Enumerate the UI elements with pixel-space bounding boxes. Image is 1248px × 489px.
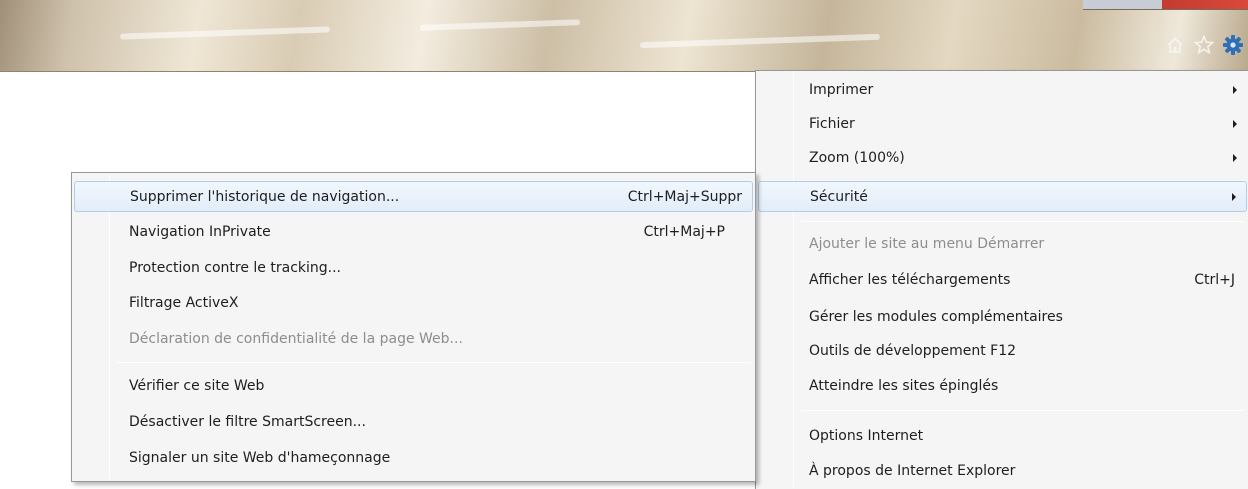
menu-item-internet-options[interactable]: Options Internet bbox=[758, 421, 1247, 450]
menu-item-downloads[interactable]: Afficher les téléchargements Ctrl+J bbox=[758, 265, 1247, 294]
menu-item-add-to-start[interactable]: Ajouter le site au menu Démarrer bbox=[758, 229, 1247, 258]
menu-item-security[interactable]: Sécurité bbox=[758, 181, 1247, 212]
background-streak bbox=[419, 19, 581, 31]
toolbar-icons bbox=[1164, 32, 1248, 58]
window-caption-buttons[interactable] bbox=[1083, 0, 1248, 10]
menu-item-file[interactable]: Fichier bbox=[758, 109, 1247, 138]
menu-item-shortcut: Ctrl+Maj+P bbox=[643, 223, 725, 240]
submenu-arrow-icon bbox=[1233, 85, 1237, 94]
security-submenu: Supprimer l'historique de navigation... … bbox=[71, 172, 756, 482]
menu-item-label: Protection contre le tracking... bbox=[129, 259, 341, 276]
menu-item-inprivate[interactable]: Navigation InPrivate Ctrl+Maj+P bbox=[74, 217, 753, 246]
menu-item-privacy-policy[interactable]: Déclaration de confidentialité de la pag… bbox=[74, 324, 753, 353]
menu-item-label: À propos de Internet Explorer bbox=[809, 462, 1016, 479]
menu-item-label: Outils de développement F12 bbox=[809, 342, 1017, 359]
menu-item-manage-addons[interactable]: Gérer les modules complémentaires bbox=[758, 302, 1247, 331]
menu-separator bbox=[801, 410, 1244, 411]
menu-item-label: Fichier bbox=[809, 115, 855, 132]
menu-item-tracking-protection[interactable]: Protection contre le tracking... bbox=[74, 253, 753, 282]
menu-item-check-site[interactable]: Vérifier ce site Web bbox=[74, 371, 753, 400]
menu-item-label: Ajouter le site au menu Démarrer bbox=[809, 235, 1045, 252]
submenu-arrow-icon bbox=[1233, 119, 1237, 128]
menu-item-pinned-sites[interactable]: Atteindre les sites épinglés bbox=[758, 371, 1247, 400]
browser-toolbar bbox=[0, 0, 1248, 72]
menu-item-activex-filtering[interactable]: Filtrage ActiveX bbox=[74, 288, 753, 317]
menu-item-label: Vérifier ce site Web bbox=[129, 377, 265, 394]
menu-item-label: Imprimer bbox=[809, 81, 874, 98]
menu-item-shortcut: Ctrl+J bbox=[1194, 271, 1235, 288]
menu-item-label: Déclaration de confidentialité de la pag… bbox=[129, 330, 463, 347]
menu-separator bbox=[801, 221, 1244, 222]
menu-item-label: Gérer les modules complémentaires bbox=[809, 308, 1063, 325]
menu-item-label: Afficher les téléchargements bbox=[809, 271, 1011, 288]
home-icon[interactable] bbox=[1164, 34, 1186, 56]
menu-item-label: Signaler un site Web d'hameçonnage bbox=[129, 449, 391, 466]
menu-item-about[interactable]: À propos de Internet Explorer bbox=[758, 456, 1247, 485]
menu-item-label: Atteindre les sites épinglés bbox=[809, 377, 999, 394]
favorites-star-icon[interactable] bbox=[1193, 34, 1215, 56]
menu-separator bbox=[117, 362, 751, 363]
menu-item-dev-tools[interactable]: Outils de développement F12 bbox=[758, 336, 1247, 365]
menu-item-smartscreen[interactable]: Désactiver le filtre SmartScreen... bbox=[74, 407, 753, 436]
menu-item-label: Sécurité bbox=[810, 188, 868, 205]
menu-item-zoom[interactable]: Zoom (100%) bbox=[758, 143, 1247, 172]
menu-item-print[interactable]: Imprimer bbox=[758, 75, 1247, 104]
tools-gear-icon[interactable] bbox=[1222, 34, 1244, 56]
background-streak bbox=[639, 33, 881, 49]
menu-item-report-phishing[interactable]: Signaler un site Web d'hameçonnage bbox=[74, 443, 753, 472]
tools-menu: Imprimer Fichier Zoom (100%) Sécurité Aj… bbox=[755, 70, 1248, 489]
menu-item-label: Supprimer l'historique de navigation... bbox=[130, 188, 400, 205]
menu-item-label: Navigation InPrivate bbox=[129, 223, 271, 240]
menu-item-shortcut: Ctrl+Maj+Suppr bbox=[627, 188, 742, 205]
menu-item-label: Options Internet bbox=[809, 427, 924, 444]
menu-item-label: Désactiver le filtre SmartScreen... bbox=[129, 413, 366, 430]
submenu-arrow-icon bbox=[1232, 192, 1236, 201]
menu-item-label: Zoom (100%) bbox=[809, 149, 905, 166]
background-streak bbox=[119, 26, 331, 40]
menu-item-delete-history[interactable]: Supprimer l'historique de navigation... … bbox=[74, 181, 753, 212]
menu-item-label: Filtrage ActiveX bbox=[129, 294, 239, 311]
submenu-arrow-icon bbox=[1233, 153, 1237, 162]
